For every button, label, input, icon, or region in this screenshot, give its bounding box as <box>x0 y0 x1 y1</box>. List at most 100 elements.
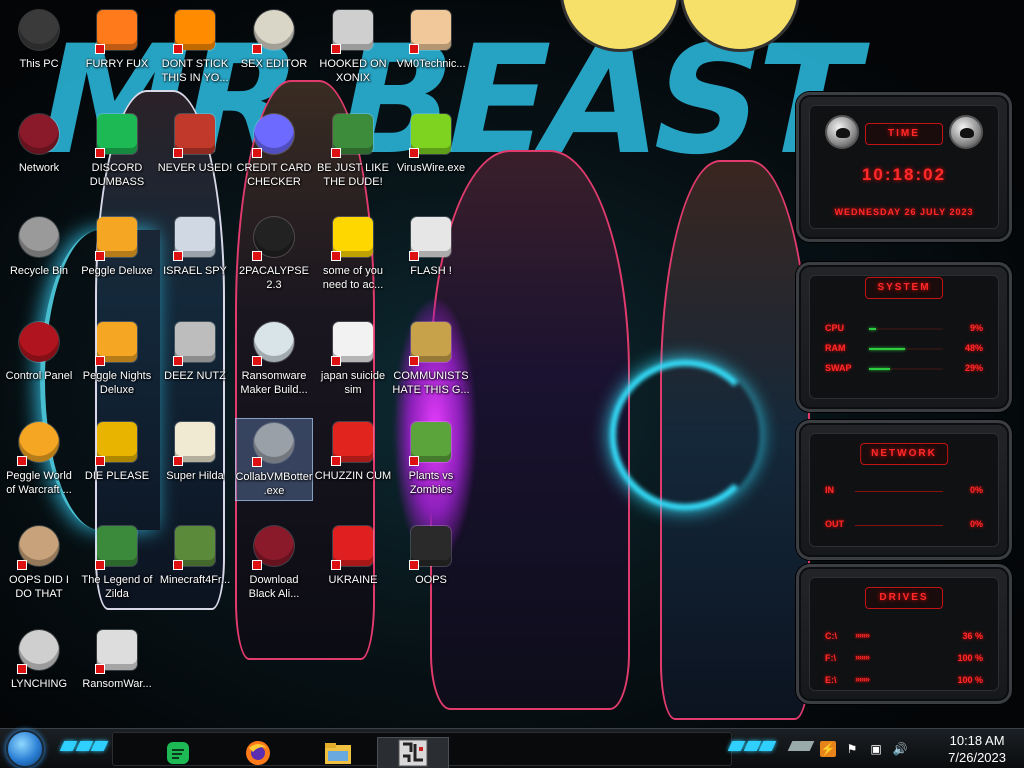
desktop-icon[interactable]: NEVER USED! <box>156 110 234 175</box>
flag-icon[interactable]: ⚑ <box>844 741 860 757</box>
system-gadget[interactable]: SYSTEM CPU 9% RAM 48% SWAP 29% <box>796 262 1012 412</box>
show-hidden-icons-arrow[interactable] <box>787 741 815 751</box>
desktop-icon[interactable]: BE JUST LIKE THE DUDE! <box>314 110 392 189</box>
desktop-icon[interactable]: The Legend of Zilda <box>78 522 156 601</box>
devcpp-icon <box>171 110 219 158</box>
shortcut-overlay-icon <box>409 44 419 54</box>
desktop-icon[interactable]: CollabVMBotter.exe <box>235 418 313 501</box>
traffic-graph-line <box>855 491 943 492</box>
desktop-icon[interactable]: FURRY FUX <box>78 6 156 71</box>
desktop-icon[interactable]: japan suicide sim <box>314 318 392 397</box>
time-gadget[interactable]: TIME 10:18:02 WEDNESDAY 26 JULY 2023 <box>796 92 1012 242</box>
drive-row-label: C:\ <box>825 631 837 641</box>
desktop-icon[interactable]: Peggle World of Warcraft ... <box>0 418 78 497</box>
desktop-icon[interactable]: DIE PLEASE <box>78 418 156 483</box>
app-tray-icon[interactable]: ⚡ <box>820 741 836 757</box>
taskbar-chat-app[interactable] <box>155 737 201 768</box>
desktop-icon-label: CollabVMBotter.exe <box>235 471 313 497</box>
desktop-icon[interactable]: FLASH ! <box>392 213 470 278</box>
start-button[interactable] <box>6 730 44 768</box>
desktop-icon[interactable]: DONT STICK THIS IN YO... <box>156 6 234 85</box>
desktop-icon[interactable]: LYNCHING <box>0 626 78 691</box>
network-icon[interactable]: ▣ <box>868 741 884 757</box>
desktop-icon[interactable]: Minecraft4Fr... <box>156 522 234 587</box>
drive-row-value: 100 % <box>957 653 983 663</box>
taskbar-clock[interactable]: 10:18 AM 7/26/2023 <box>948 732 1006 766</box>
network-gadget[interactable]: NETWORK IN 0% OUT 0% <box>796 420 1012 560</box>
stacked-windows-icon <box>171 318 219 366</box>
desktop-icon[interactable]: Super Hilda <box>156 418 234 483</box>
drives-gadget[interactable]: DRIVES C:\ ››››››› 36 % F:\ ››››››› 100 % E:\ ›… <box>796 564 1012 704</box>
desktop-icon[interactable]: DEEZ NUTZ <box>156 318 234 383</box>
network-row-value: 0% <box>969 485 983 495</box>
network-row-label: IN <box>825 485 834 495</box>
desktop-icon-label: Plants vs Zombies <box>408 470 454 496</box>
desktop-icon[interactable]: VM0Technic... <box>392 6 470 71</box>
chuzzle-icon <box>329 418 377 466</box>
desktop-icon[interactable]: some of you need to ac... <box>314 213 392 292</box>
desktop-icon[interactable]: Recycle Bin <box>0 213 78 278</box>
desktop-icon[interactable]: ISRAEL SPY <box>156 213 234 278</box>
desktop-icon[interactable]: Control Panel <box>0 318 78 383</box>
desktop-icon[interactable]: HOOKED ON XONIX <box>314 6 392 85</box>
app-window-icon <box>250 318 298 366</box>
system-row: RAM 48% <box>825 341 983 357</box>
shortcut-overlay-icon <box>409 251 419 261</box>
desktop-icon-label: Ransomware Maker Build... <box>240 370 308 396</box>
shortcut-overlay-icon <box>252 356 262 366</box>
taskbar-maze-game[interactable] <box>377 737 449 768</box>
clock-time: 10:18 AM <box>949 733 1005 748</box>
taskbar-file-explorer[interactable] <box>315 737 361 768</box>
money-bag-icon <box>407 318 455 366</box>
system-row-value: 9% <box>969 323 983 333</box>
desktop-icon-label: Download Black Ali... <box>248 574 300 600</box>
shortcut-overlay-icon <box>173 456 183 466</box>
desktop-icon-label: Control Panel <box>5 370 73 382</box>
taskbar: ⚡ ⚑ ▣ 🔊 10:18 AM 7/26/2023 <box>0 728 1024 768</box>
system-header: SYSTEM <box>865 277 943 299</box>
green-chat-icon <box>167 742 189 764</box>
volume-icon[interactable]: 🔊 <box>892 741 908 757</box>
shortcut-overlay-icon <box>252 251 262 261</box>
desktop-icon[interactable]: Plants vs Zombies <box>392 418 470 497</box>
drive-usage-chevrons: ››››››› <box>855 652 870 662</box>
file-explorer-icon <box>325 743 351 764</box>
desktop-icon[interactable]: OOPS <box>392 522 470 587</box>
usage-bar-fill <box>869 328 876 330</box>
taskbar-decoration <box>59 741 109 751</box>
desktop-icon[interactable]: VirusWire.exe <box>392 110 470 175</box>
desktop-icon-label: OOPS DID I DO THAT <box>9 574 69 600</box>
maze-game-icon <box>329 6 377 54</box>
noose-icon <box>15 626 63 674</box>
shortcut-overlay-icon <box>95 148 105 158</box>
desktop-icon[interactable]: CREDIT CARD CHECKER <box>235 110 313 189</box>
shortcut-overlay-icon <box>95 664 105 674</box>
desktop-icon[interactable]: UKRAINE <box>314 522 392 587</box>
desktop-icon[interactable]: OOPS DID I DO THAT <box>0 522 78 601</box>
desktop-icon[interactable]: Peggle Deluxe <box>78 213 156 278</box>
alienware-icon <box>250 522 298 570</box>
shortcut-overlay-icon <box>331 148 341 158</box>
desktop-icon[interactable]: Download Black Ali... <box>235 522 313 601</box>
usage-bar <box>869 328 943 330</box>
desktop-icon[interactable]: 2PACALYPSE 2.3 <box>235 213 313 292</box>
drive-row: C:\ ››››››› 36 % <box>825 629 983 645</box>
desktop-icon[interactable]: RansomWar... <box>78 626 156 691</box>
desktop-icon-label: CHUZZIN CUM <box>314 470 392 482</box>
desktop-icon[interactable]: CHUZZIN CUM <box>314 418 392 483</box>
desktop-icon[interactable]: SEX EDITOR <box>235 6 313 71</box>
desktop-icon[interactable]: COMMUNISTS HATE THIS G... <box>392 318 470 397</box>
clock-date: 7/26/2023 <box>948 750 1006 765</box>
desktop-icon-label: DONT STICK THIS IN YO... <box>161 58 229 84</box>
desktop-icon[interactable]: Ransomware Maker Build... <box>235 318 313 397</box>
desktop-icon-label: UKRAINE <box>328 574 378 586</box>
traffic-graph-line <box>855 525 943 526</box>
desktop-icon-label: COMMUNISTS HATE THIS G... <box>392 370 470 396</box>
document-icon <box>329 318 377 366</box>
taskbar-firefox[interactable] <box>235 737 281 768</box>
desktop-icon[interactable]: This PC <box>0 6 78 71</box>
desktop-icon[interactable]: Peggle Nights Deluxe <box>78 318 156 397</box>
desktop-icon[interactable]: DISCORD DUMBASS <box>78 110 156 189</box>
desktop-icon[interactable]: Network <box>0 110 78 175</box>
gadget-date: WEDNESDAY 26 JULY 2023 <box>834 207 974 217</box>
